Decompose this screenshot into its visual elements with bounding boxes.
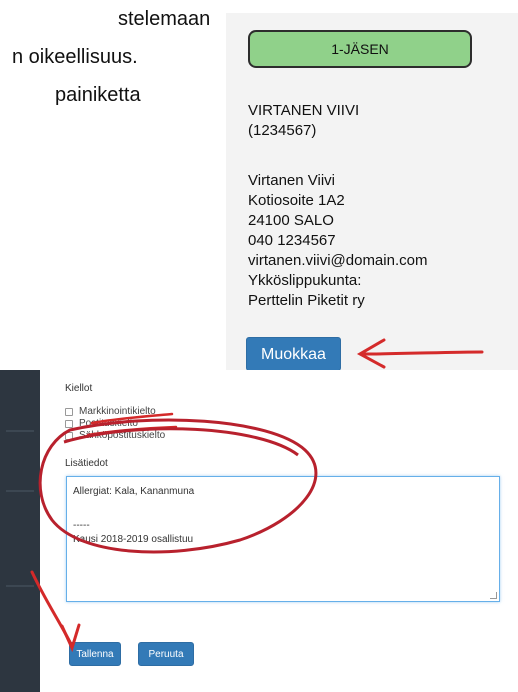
textarea-line: Kausi 2018-2019 osallistuu	[73, 534, 194, 545]
detail-email: virtanen.viivi@domain.com	[248, 252, 428, 269]
checkbox-label: Sähköpostituskielto	[79, 430, 166, 441]
instruction-line: stelemaan	[118, 8, 211, 30]
edit-form-screenshot: Kiellot Markkinointikielto Postituskielt…	[0, 370, 518, 692]
cancel-button[interactable]: Peruuta	[138, 642, 194, 666]
checkbox-label: Postituskielto	[79, 418, 138, 429]
mail-ban-checkbox[interactable]: Postituskielto	[65, 418, 138, 429]
instruction-line: painiketta	[55, 84, 141, 106]
prohibitions-label: Kiellot	[65, 383, 93, 394]
checkbox-label: Markkinointikielto	[79, 406, 156, 417]
textarea-line: -----	[73, 520, 90, 531]
email-ban-checkbox[interactable]: Sähköpostituskielto	[65, 430, 165, 441]
sidebar-mark	[6, 490, 34, 492]
member-name-block: VIRTANEN VIIVI (1234567)	[248, 101, 359, 141]
checkbox-box[interactable]	[65, 407, 73, 416]
detail-postal: 24100 SALO	[248, 212, 334, 229]
edit-button[interactable]: Muokkaa	[246, 337, 341, 371]
sidebar-mark	[6, 430, 34, 432]
member-card: 1-JÄSEN VIRTANEN VIIVI (1234567) Virtane…	[226, 13, 518, 371]
instruction-line: n oikeellisuus.	[12, 46, 138, 68]
marketing-ban-checkbox[interactable]: Markkinointikielto	[65, 406, 156, 417]
textarea-line	[73, 499, 493, 513]
form-content: Kiellot Markkinointikielto Postituskielt…	[65, 370, 515, 692]
detail-name: Virtanen Viivi	[248, 172, 335, 189]
membership-badge: 1-JÄSEN	[248, 30, 472, 68]
save-button[interactable]: Tallenna	[69, 642, 121, 666]
detail-phone: 040 1234567	[248, 232, 336, 249]
resize-grip-icon[interactable]	[490, 592, 497, 599]
member-name: VIRTANEN VIIVI	[248, 102, 360, 119]
detail-address: Kotiosoite 1A2	[248, 192, 345, 209]
detail-group-label: Ykköslippukunta:	[248, 272, 362, 289]
sidebar-mark	[6, 585, 34, 587]
member-details: Virtanen Viivi Kotiosoite 1A2 24100 SALO…	[248, 171, 427, 311]
sidebar-strip	[0, 370, 40, 692]
member-number: (1234567)	[248, 122, 317, 139]
instruction-text: stelemaan n oikeellisuus. painiketta	[0, 0, 215, 114]
textarea-line: Allergiat: Kala, Kananmuna	[73, 486, 195, 497]
additional-info-label: Lisätiedot	[65, 458, 108, 469]
checkbox-box[interactable]	[65, 431, 73, 440]
checkbox-box[interactable]	[65, 419, 73, 428]
detail-group: Perttelin Piketit ry	[248, 292, 365, 309]
additional-info-textarea[interactable]: Allergiat: Kala, Kananmuna ----- Kausi 2…	[66, 476, 500, 602]
